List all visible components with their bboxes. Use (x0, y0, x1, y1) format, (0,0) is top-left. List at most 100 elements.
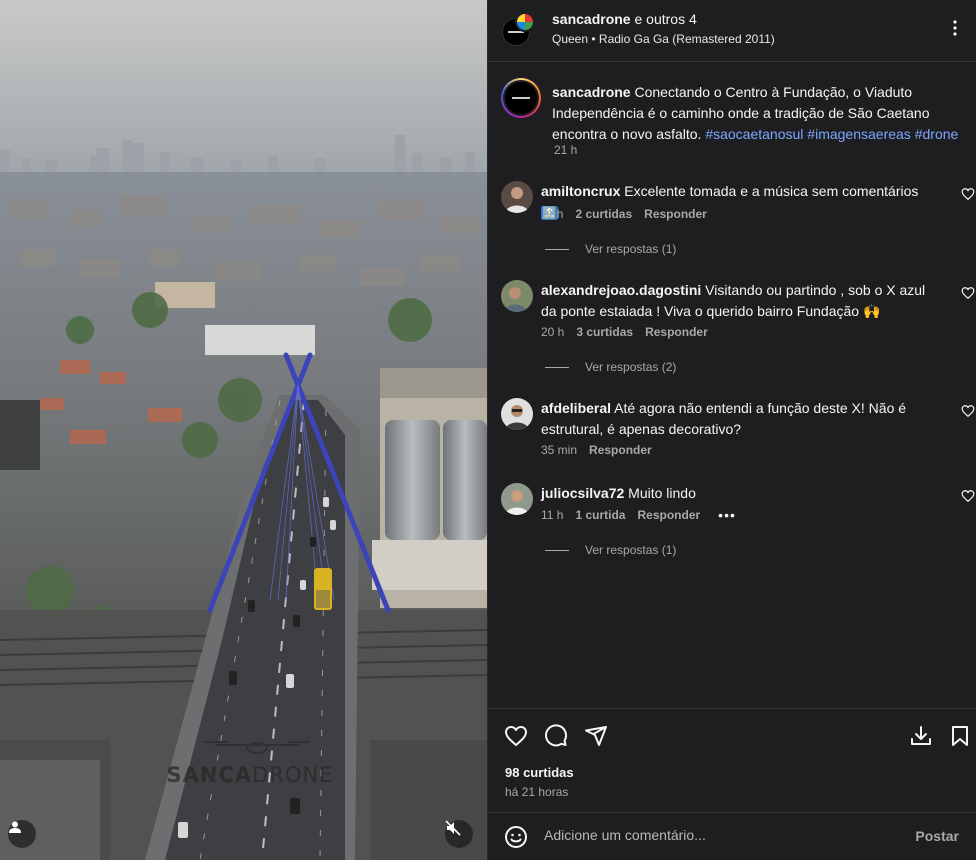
comment-likes[interactable]: 1 curtida (575, 508, 625, 522)
heart-icon (505, 726, 527, 746)
comment-button[interactable] (543, 723, 569, 749)
share-button[interactable] (583, 723, 609, 749)
hashtag-drone[interactable]: #drone (915, 126, 959, 142)
mute-button[interactable] (445, 820, 473, 848)
watermark-text: SANCADRONE (166, 763, 334, 787)
comment-meta: 11 h 2 curtidas Responder (541, 207, 707, 221)
post-header: sancadrone e outros 4 Queen • Radio Ga G… (488, 0, 976, 62)
likes-count[interactable]: 98 curtidas (505, 765, 574, 780)
comment-body: Muito lindo (624, 485, 696, 501)
caption-avatar[interactable] (501, 78, 541, 118)
comment-like-button[interactable] (961, 404, 975, 418)
comment-time: 20 h (541, 325, 565, 339)
view-replies-button[interactable]: Ver respostas (1) (545, 543, 676, 557)
user-tag-icon (9, 821, 21, 833)
commenter-avatar[interactable] (501, 398, 533, 430)
caption-text: sancadrone Conectando o Centro à Fundaçã… (552, 82, 962, 145)
avatar-photo (501, 181, 533, 213)
share-icon (585, 726, 607, 746)
comment: juliocsilva72 Muito lindo 11 h 1 curtida… (501, 483, 975, 563)
raising-hands-emoji: 🙌 (862, 303, 881, 319)
avatar-photo (501, 483, 533, 515)
like-button[interactable] (503, 723, 529, 749)
music-artist[interactable]: Queen (552, 32, 588, 46)
comment-more-button[interactable]: ••• (718, 507, 736, 523)
caption-username[interactable]: sancadrone (552, 84, 631, 100)
download-button[interactable] (908, 723, 934, 749)
commenter-avatar[interactable] (501, 483, 533, 515)
avatar-sancadrone (503, 80, 539, 116)
aerial-photo (0, 0, 487, 860)
music-song[interactable]: Radio Ga Ga (Remastered 2011) (599, 32, 775, 46)
avatar-collaborator (515, 12, 535, 32)
post-details-panel: sancadrone e outros 4 Queen • Radio Ga G… (487, 0, 976, 860)
author-username[interactable]: sancadrone (552, 11, 631, 27)
reply-button[interactable]: Responder (644, 207, 707, 221)
comment-time: 11 h (541, 508, 564, 522)
view-replies-button[interactable]: Ver respostas (1) (545, 242, 676, 256)
mute-icon (445, 820, 461, 836)
music-separator: • (591, 32, 596, 46)
comment-like-button[interactable] (961, 286, 975, 300)
add-comment-bar: Postar (488, 812, 976, 860)
reply-button[interactable]: Responder (589, 443, 652, 457)
hashtag-imagensaereas[interactable]: #imagensaereas (807, 126, 911, 142)
replies-line (545, 248, 569, 250)
hashtag-saocaetanosul[interactable]: #saocaetanosul (705, 126, 803, 142)
comment-time: 35 min (541, 443, 578, 457)
post-actions: 98 curtidas há 21 horas (488, 708, 976, 816)
view-replies-label[interactable]: Ver respostas (1) (585, 242, 676, 256)
emoji-icon[interactable] (504, 825, 528, 849)
logo-icon (512, 97, 530, 99)
comment-username[interactable]: alexandrejoao.dagostini (541, 282, 701, 298)
view-replies-label[interactable]: Ver respostas (2) (585, 360, 676, 374)
comment-meta: 35 min Responder (541, 443, 652, 457)
comment: afdeliberal Até agora não entendi a funç… (501, 398, 975, 462)
comment: amiltoncrux Excelente tomada e a música … (501, 181, 975, 261)
view-replies-label[interactable]: Ver respostas (1) (585, 543, 676, 557)
save-icon (952, 726, 968, 746)
music-info[interactable]: Queen • Radio Ga Ga (Remastered 2011) (552, 32, 775, 46)
comment-text: alexandrejoao.dagostini Visitando ou par… (541, 280, 931, 322)
comment-icon (545, 724, 568, 747)
post-comment-button[interactable]: Postar (915, 828, 959, 844)
avatar-photo (501, 398, 533, 430)
download-icon (911, 726, 931, 745)
view-replies-button[interactable]: Ver respostas (2) (545, 360, 676, 374)
comment-meta: 11 h 1 curtida Responder ••• (541, 507, 736, 523)
comment-likes[interactable]: 3 curtidas (576, 325, 633, 339)
comment-like-button[interactable] (961, 489, 975, 503)
commenter-avatar[interactable] (501, 280, 533, 312)
user-tag-button[interactable] (8, 820, 36, 848)
save-button[interactable] (947, 723, 973, 749)
instagram-post-view: SANCADRONE sancadrone e outros 4 Queen •… (0, 0, 976, 860)
watermark-spacer (150, 740, 350, 763)
comment-like-button[interactable] (961, 187, 975, 201)
post-time: há 21 horas (505, 785, 569, 799)
commenter-avatar[interactable] (501, 181, 533, 213)
comment: alexandrejoao.dagostini Visitando ou par… (501, 280, 975, 380)
comment-input[interactable] (544, 827, 904, 843)
more-options-button[interactable] (943, 16, 967, 40)
replies-line (545, 549, 569, 551)
comment-body: Excelente tomada e a música sem comentár… (620, 183, 919, 199)
comment-likes[interactable]: 2 curtidas (575, 207, 632, 221)
collaborators-count[interactable]: e outros 4 (631, 11, 696, 27)
post-media[interactable]: SANCADRONE (0, 0, 487, 860)
more-icon (953, 20, 957, 36)
comment-username[interactable]: afdeliberal (541, 400, 611, 416)
comment-username[interactable]: juliocsilva72 (541, 485, 624, 501)
post-author[interactable]: sancadrone e outros 4 (552, 11, 697, 27)
comment-meta: 20 h 3 curtidas Responder (541, 325, 708, 339)
collab-avatars[interactable] (502, 12, 536, 46)
watermark: SANCADRONE (150, 740, 350, 787)
reply-button[interactable]: Responder (637, 508, 700, 522)
replies-line (545, 366, 569, 368)
reply-button[interactable]: Responder (645, 325, 708, 339)
comment-text: afdeliberal Até agora não entendi a funç… (541, 398, 931, 440)
avatar-photo (501, 280, 533, 312)
comment-text: juliocsilva72 Muito lindo (541, 483, 931, 504)
comment-username[interactable]: amiltoncrux (541, 183, 620, 199)
caption-time: 21 h (554, 143, 578, 157)
comment-time: 11 h (541, 207, 564, 221)
